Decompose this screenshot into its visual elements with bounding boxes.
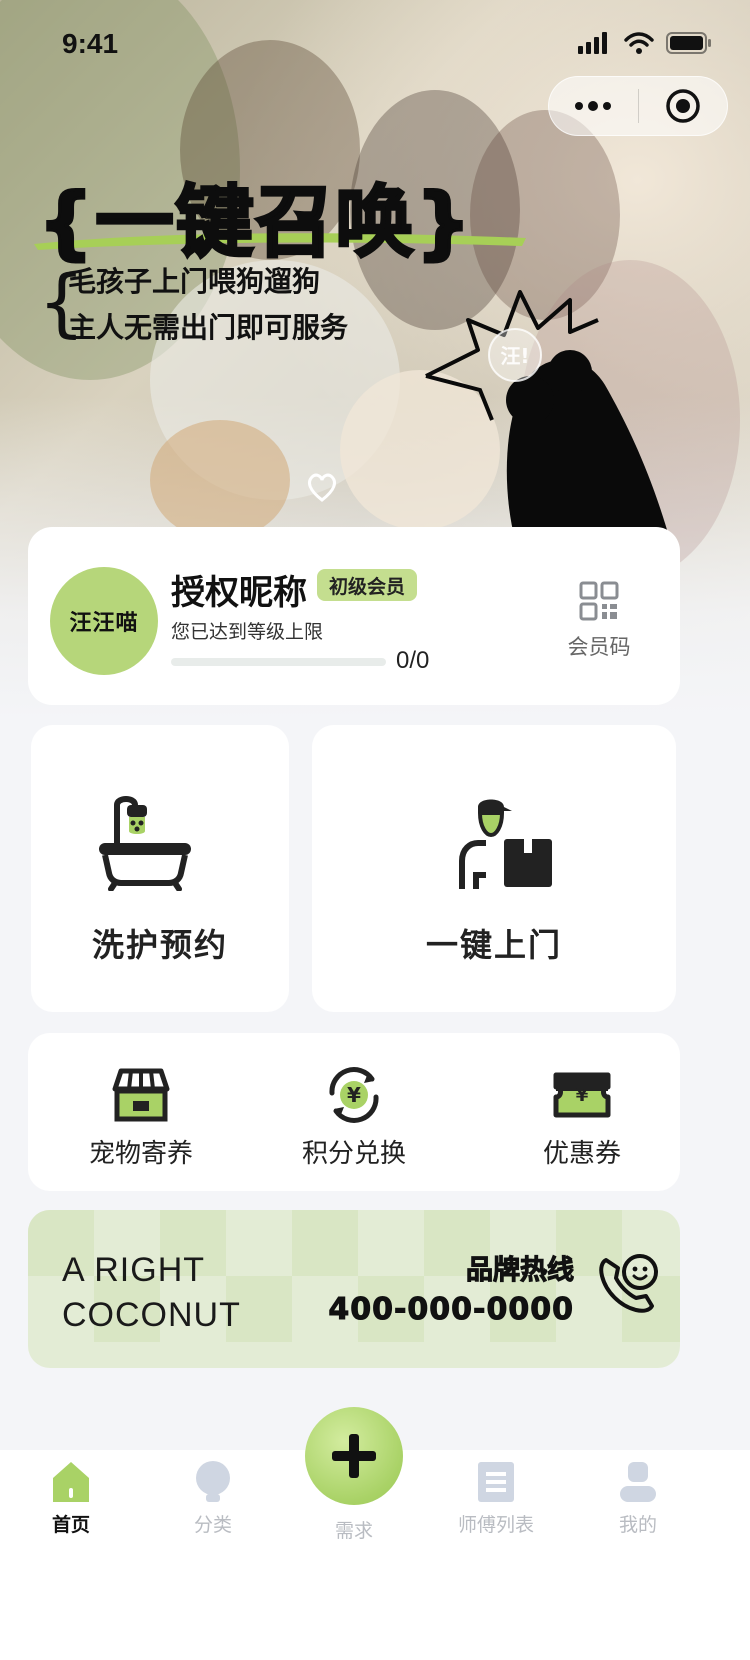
pet-boarding-button[interactable]: 宠物寄养 bbox=[61, 1067, 221, 1170]
member-code-button[interactable]: 会员码 bbox=[564, 581, 634, 661]
hotline-title: 品牌热线 bbox=[466, 1255, 575, 1287]
hero-title: {一键召唤} bbox=[36, 177, 474, 270]
tab-worker-list-label: 师傅列表 bbox=[457, 1514, 534, 1536]
list-icon bbox=[478, 1462, 514, 1502]
more-button[interactable] bbox=[549, 77, 638, 135]
points-exchange-button[interactable]: ¥ 积分兑换 bbox=[274, 1067, 434, 1170]
miniprogram-capsule bbox=[548, 76, 728, 136]
coupon-button[interactable]: ¥ 优惠券 bbox=[502, 1067, 662, 1170]
battery-icon bbox=[666, 32, 711, 54]
user-icon bbox=[620, 1462, 656, 1502]
signal-icon bbox=[578, 32, 607, 54]
tab-mine-label: 我的 bbox=[618, 1514, 657, 1536]
tab-worker-list[interactable]: 师傅列表 bbox=[446, 1460, 546, 1537]
brand-name: A RIGHT COCONUT bbox=[62, 1248, 241, 1338]
tab-home-label: 首页 bbox=[51, 1514, 90, 1536]
paw-sticker-icon: 汪! bbox=[425, 290, 670, 540]
coupon-label: 优惠券 bbox=[542, 1139, 621, 1169]
target-icon bbox=[666, 89, 700, 123]
tab-demand-label: 需求 bbox=[334, 1520, 373, 1542]
home-visit-card[interactable]: 一键上门 bbox=[312, 725, 676, 1012]
delivery-person-icon bbox=[459, 799, 552, 889]
tab-category-label: 分类 bbox=[193, 1514, 232, 1536]
more-dots-icon bbox=[575, 101, 612, 111]
home-visit-label: 一键上门 bbox=[425, 926, 562, 964]
hotline-number[interactable]: 400-000-0000 bbox=[328, 1292, 574, 1328]
coupon-icon: ¥ bbox=[553, 1072, 611, 1118]
tab-demand-button[interactable] bbox=[305, 1407, 403, 1505]
phone-smile-icon[interactable] bbox=[596, 1252, 660, 1316]
grooming-booking-card[interactable]: 洗护预约 bbox=[31, 725, 289, 1012]
wifi-icon bbox=[624, 32, 654, 54]
shop-icon bbox=[112, 1068, 170, 1122]
brand-hotline-banner[interactable]: A RIGHT COCONUT 品牌热线 400-000-0000 bbox=[28, 1210, 680, 1368]
sticker-text: 汪! bbox=[500, 344, 529, 368]
close-miniprogram-button[interactable] bbox=[639, 77, 728, 135]
progress-text: 0/0 bbox=[396, 647, 430, 674]
member-code-label: 会员码 bbox=[567, 635, 631, 659]
plus-icon bbox=[332, 1434, 376, 1478]
brand-line-2: COCONUT bbox=[62, 1296, 241, 1334]
avatar[interactable]: 汪汪喵 bbox=[50, 567, 158, 675]
nickname: 授权昵称 bbox=[171, 573, 307, 613]
svg-text:¥: ¥ bbox=[576, 1085, 589, 1106]
tab-mine[interactable]: 我的 bbox=[588, 1460, 688, 1537]
member-card[interactable]: 汪汪喵 授权昵称 初级会员 您已达到等级上限 0/0 会员码 bbox=[28, 527, 680, 705]
tab-home[interactable]: 首页 bbox=[21, 1460, 121, 1537]
level-note: 您已达到等级上限 bbox=[171, 621, 324, 643]
tab-category[interactable]: 分类 bbox=[163, 1460, 263, 1537]
grooming-booking-label: 洗护预约 bbox=[91, 926, 228, 964]
bulb-icon bbox=[196, 1461, 230, 1502]
level-progress-bar bbox=[171, 658, 386, 666]
brand-line-1: A RIGHT bbox=[62, 1251, 206, 1289]
bathtub-icon bbox=[99, 796, 191, 891]
svg-text:¥: ¥ bbox=[347, 1083, 361, 1107]
home-icon bbox=[53, 1462, 89, 1502]
points-exchange-icon: ¥ bbox=[329, 1067, 379, 1123]
status-time: 9:41 bbox=[62, 28, 119, 59]
heart-doodle-icon bbox=[308, 473, 336, 502]
points-exchange-label: 积分兑换 bbox=[301, 1139, 406, 1169]
hero-subtitle-line2: 主人无需出门即可服务 bbox=[68, 311, 349, 344]
hero-subtitle-line1: 毛孩子上门喂狗遛狗 bbox=[68, 265, 321, 298]
level-badge: 初级会员 bbox=[317, 569, 418, 601]
qr-code-icon bbox=[579, 581, 619, 621]
quick-actions: 宠物寄养 ¥ 积分兑换 ¥ 优惠券 bbox=[28, 1033, 680, 1191]
pet-boarding-label: 宠物寄养 bbox=[88, 1139, 193, 1169]
